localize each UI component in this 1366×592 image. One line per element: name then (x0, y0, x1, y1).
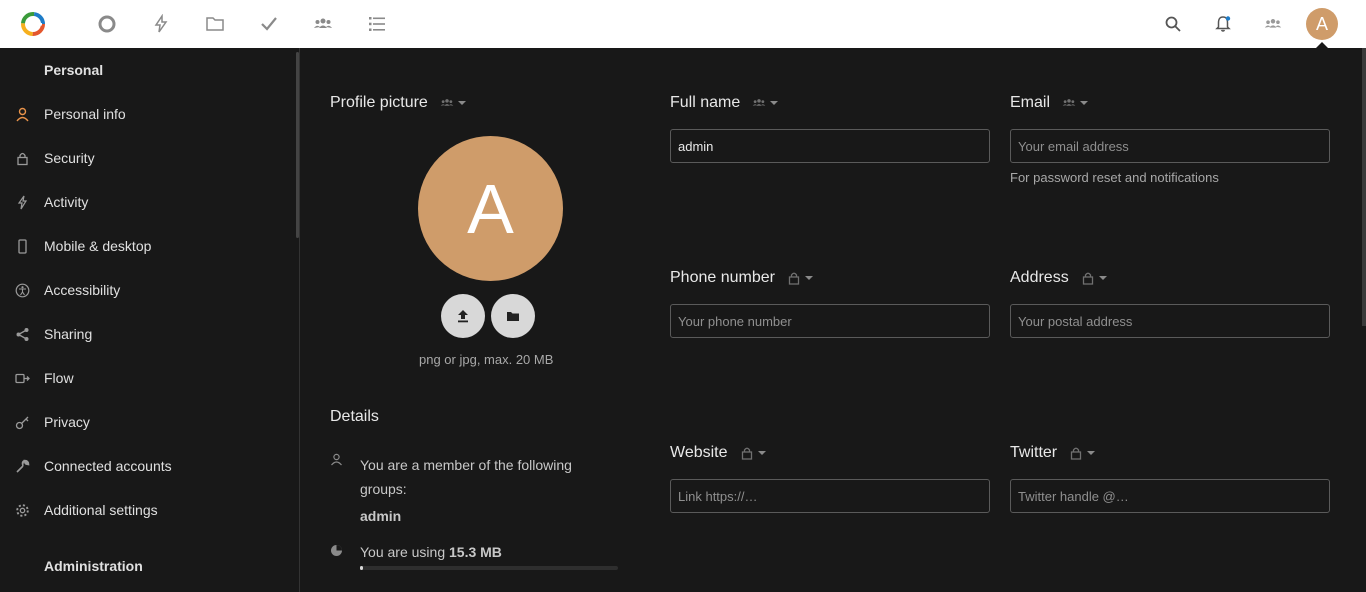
deck-icon[interactable] (350, 0, 404, 48)
sidebar-item-security[interactable]: Security (0, 136, 299, 180)
sidebar-item-label: Privacy (44, 414, 90, 430)
sidebar-item-label: Accessibility (44, 282, 121, 298)
activity-icon[interactable] (134, 0, 188, 48)
lock-icon (0, 151, 44, 166)
details-title: Details (330, 408, 379, 425)
search-icon[interactable] (1148, 0, 1198, 48)
sidebar-item-label: Additional settings (44, 502, 158, 518)
fullname-title: Full name (670, 94, 779, 112)
sidebar-item-accessibility[interactable]: Accessibility (0, 268, 299, 312)
visibility-scope-dropdown[interactable] (440, 96, 466, 110)
sidebar-item-privacy[interactable]: Privacy (0, 400, 299, 444)
sidebar-item-connected-accounts[interactable]: Connected accounts (0, 444, 299, 488)
phone-field[interactable] (670, 304, 990, 338)
group-name: admin (360, 508, 402, 524)
quota-progress-bar (360, 566, 618, 570)
phone-title: Phone number (670, 269, 813, 287)
twitter-field[interactable] (1010, 479, 1330, 513)
sidebar-item-label: Mobile & desktop (44, 238, 152, 254)
quota-info: You are using 15.3 MB (330, 544, 502, 560)
groups-info: You are a member of the following groups… (330, 453, 630, 528)
lock-scope-icon (788, 272, 800, 285)
key-icon (0, 415, 44, 430)
picture-format-hint: png or jpg, max. 20 MB (419, 352, 554, 367)
contacts-scope-icon (440, 99, 454, 106)
sidebar-heading-administration: Administration (44, 558, 143, 574)
user-menu-avatar[interactable]: A (1306, 8, 1338, 40)
twitter-scope-dropdown[interactable] (1069, 446, 1096, 460)
email-hint: For password reset and notifications (1010, 170, 1219, 185)
page-scrollbar[interactable] (1362, 48, 1366, 326)
files-icon[interactable] (188, 0, 242, 48)
settings-sidebar: Personal Personal info Security Activity Mo… (0, 48, 300, 592)
address-scope-dropdown[interactable] (1081, 271, 1107, 285)
personal-info-panel: Profile picture A png or jpg, max. 20 MB… (300, 48, 1366, 592)
lock-scope-icon (1070, 447, 1082, 460)
upload-icon (458, 310, 468, 323)
sidebar-item-additional-settings[interactable]: Additional settings (0, 488, 299, 532)
quota-progress-fill (360, 566, 363, 570)
sidebar-heading-personal: Personal (44, 62, 104, 78)
top-bar: A (0, 0, 1366, 48)
website-scope-dropdown[interactable] (740, 446, 766, 460)
phone-scope-dropdown[interactable] (787, 271, 813, 285)
share-icon (0, 327, 44, 342)
quota-text: You are using (360, 544, 449, 560)
sidebar-item-personal-info[interactable]: Personal info (0, 92, 299, 136)
dashboard-icon[interactable] (80, 0, 134, 48)
sidebar-item-label: Flow (44, 370, 74, 386)
contacts-icon[interactable] (296, 0, 350, 48)
website-field[interactable] (670, 479, 990, 513)
sidebar-item-label: Personal info (44, 106, 126, 122)
email-scope-dropdown[interactable] (1062, 96, 1089, 110)
address-field[interactable] (1010, 304, 1330, 338)
sidebar-item-label: Activity (44, 194, 89, 210)
sidebar-item-label: Security (44, 150, 95, 166)
contacts-scope-icon (752, 99, 766, 106)
sidebar-scrollbar[interactable] (296, 52, 299, 238)
sidebar-item-mobile-desktop[interactable]: Mobile & desktop (0, 224, 299, 268)
accessibility-icon (0, 283, 44, 298)
email-title: Email (1010, 94, 1089, 112)
gear-icon (0, 503, 44, 518)
lightning-icon (0, 195, 44, 210)
flow-icon (0, 371, 44, 386)
twitter-title: Twitter (1010, 444, 1096, 462)
address-title: Address (1010, 269, 1107, 287)
sidebar-item-activity[interactable]: Activity (0, 180, 299, 224)
user-icon (0, 107, 44, 122)
lock-scope-icon (1082, 272, 1093, 285)
pie-chart-icon (330, 544, 360, 560)
user-icon (330, 453, 360, 528)
contacts-scope-icon (1062, 99, 1076, 106)
sidebar-item-label: Connected accounts (44, 458, 172, 474)
notifications-icon[interactable] (1198, 0, 1248, 48)
phone-icon (0, 238, 44, 254)
lock-scope-icon (741, 447, 752, 460)
quota-value: 15.3 MB (449, 544, 502, 560)
contacts-menu-icon[interactable] (1248, 0, 1298, 48)
profile-avatar: A (418, 136, 563, 281)
website-title: Website (670, 444, 766, 462)
app-logo-icon[interactable] (20, 11, 46, 37)
sidebar-item-label: Sharing (44, 326, 93, 342)
choose-from-files-button[interactable] (491, 294, 535, 338)
email-field[interactable] (1010, 129, 1330, 163)
groups-text: You are a member of the following groups… (360, 457, 572, 497)
wrench-icon (0, 459, 44, 474)
profile-picture-title: Profile picture (330, 94, 466, 112)
folder-icon (507, 312, 519, 321)
tasks-icon[interactable] (242, 0, 296, 48)
sidebar-item-sharing[interactable]: Sharing (0, 312, 299, 356)
fullname-field[interactable] (670, 129, 990, 163)
upload-picture-button[interactable] (441, 294, 485, 338)
fullname-scope-dropdown[interactable] (752, 96, 779, 110)
sidebar-item-flow[interactable]: Flow (0, 356, 299, 400)
